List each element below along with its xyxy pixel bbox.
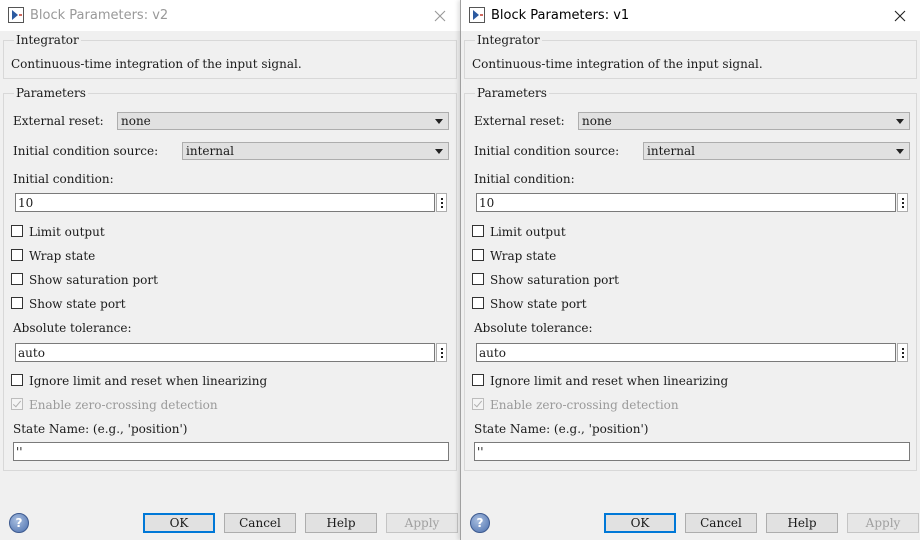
absolute-tolerance-label: Absolute tolerance: <box>13 321 132 335</box>
parameters-label: Parameters <box>475 86 549 100</box>
close-button[interactable] <box>420 0 460 31</box>
absolute-tolerance-more-button[interactable] <box>897 343 908 362</box>
zero-crossing-checkbox <box>472 398 484 410</box>
window-title: Block Parameters: v2 <box>30 8 169 23</box>
show-state-port-label: Show state port <box>29 297 126 311</box>
ic-source-dropdown[interactable]: internal <box>643 142 910 160</box>
state-name-label: State Name: (e.g., 'position') <box>13 422 188 436</box>
initial-condition-field[interactable] <box>476 193 896 212</box>
close-icon <box>434 10 446 21</box>
external-reset-dropdown[interactable]: none <box>117 112 449 130</box>
show-state-port-label: Show state port <box>490 297 587 311</box>
ic-source-value: internal <box>186 144 234 158</box>
chevron-down-icon <box>896 149 904 154</box>
vertical-ellipsis-icon <box>902 198 904 200</box>
absolute-tolerance-field[interactable] <box>15 343 435 362</box>
help-button[interactable]: Help <box>766 513 838 533</box>
ic-source-label: Initial condition source: <box>13 144 159 158</box>
zero-crossing-checkbox <box>11 398 23 410</box>
initial-condition-more-button[interactable] <box>436 193 447 212</box>
ic-source-value: internal <box>647 144 695 158</box>
block-description: Continuous-time integration of the input… <box>472 57 763 71</box>
show-saturation-port-label: Show saturation port <box>490 273 619 287</box>
show-state-port-checkbox[interactable] <box>472 297 484 309</box>
zero-crossing-label: Enable zero-crossing detection <box>29 398 218 412</box>
help-button[interactable]: Help <box>305 513 377 533</box>
check-icon <box>12 398 22 408</box>
simulink-block-icon <box>469 7 485 23</box>
limit-output-checkbox[interactable] <box>472 225 484 237</box>
chevron-down-icon <box>435 119 443 124</box>
ok-button[interactable]: OK <box>604 513 676 533</box>
show-saturation-port-checkbox[interactable] <box>472 273 484 285</box>
external-reset-value: none <box>121 114 151 128</box>
wrap-state-label: Wrap state <box>29 249 96 263</box>
title-bar[interactable]: Block Parameters: v2 <box>0 0 460 31</box>
show-saturation-port-checkbox[interactable] <box>11 273 23 285</box>
ic-source-label: Initial condition source: <box>474 144 620 158</box>
help-icon[interactable]: ? <box>9 513 29 533</box>
ic-source-dropdown[interactable]: internal <box>182 142 449 160</box>
dialog-block-parameters-v1: Block Parameters: v1 Integrator Continuo… <box>460 0 920 540</box>
cancel-button[interactable]: Cancel <box>685 513 757 533</box>
chevron-down-icon <box>896 119 904 124</box>
zero-crossing-label: Enable zero-crossing detection <box>490 398 679 412</box>
external-reset-value: none <box>582 114 612 128</box>
state-name-label: State Name: (e.g., 'position') <box>474 422 649 436</box>
initial-condition-label: Initial condition: <box>474 172 575 186</box>
vertical-ellipsis-icon <box>902 348 904 350</box>
limit-output-label: Limit output <box>490 225 566 239</box>
description-group: Integrator Continuous-time integration o… <box>464 33 917 79</box>
initial-condition-field[interactable] <box>15 193 435 212</box>
wrap-state-label: Wrap state <box>490 249 557 263</box>
wrap-state-checkbox[interactable] <box>11 249 23 261</box>
title-bar[interactable]: Block Parameters: v1 <box>461 0 920 31</box>
ok-button[interactable]: OK <box>143 513 215 533</box>
description-group: Integrator Continuous-time integration o… <box>3 33 457 79</box>
external-reset-label: External reset: <box>474 114 565 128</box>
close-icon <box>894 10 906 21</box>
ignore-limit-label: Ignore limit and reset when linearizing <box>490 374 729 388</box>
dialog-block-parameters-v2: Block Parameters: v2 Integrator Continuo… <box>0 0 460 540</box>
limit-output-checkbox[interactable] <box>11 225 23 237</box>
block-type-label: Integrator <box>475 33 542 47</box>
check-icon <box>473 398 483 408</box>
simulink-block-icon <box>8 7 24 23</box>
apply-button: Apply <box>847 513 919 533</box>
window-title: Block Parameters: v1 <box>491 8 630 23</box>
help-icon[interactable]: ? <box>470 513 490 533</box>
show-state-port-checkbox[interactable] <box>11 297 23 309</box>
ignore-limit-label: Ignore limit and reset when linearizing <box>29 374 268 388</box>
limit-output-label: Limit output <box>29 225 105 239</box>
state-name-field[interactable] <box>13 442 449 461</box>
close-button[interactable] <box>880 0 920 31</box>
block-description: Continuous-time integration of the input… <box>11 57 302 71</box>
absolute-tolerance-label: Absolute tolerance: <box>474 321 593 335</box>
ignore-limit-checkbox[interactable] <box>11 374 23 386</box>
absolute-tolerance-more-button[interactable] <box>436 343 447 362</box>
block-type-label: Integrator <box>14 33 81 47</box>
cancel-button[interactable]: Cancel <box>224 513 296 533</box>
wrap-state-checkbox[interactable] <box>472 249 484 261</box>
show-saturation-port-label: Show saturation port <box>29 273 158 287</box>
parameters-label: Parameters <box>14 86 88 100</box>
initial-condition-label: Initial condition: <box>13 172 114 186</box>
apply-button: Apply <box>386 513 458 533</box>
initial-condition-more-button[interactable] <box>897 193 908 212</box>
absolute-tolerance-field[interactable] <box>476 343 896 362</box>
external-reset-dropdown[interactable]: none <box>578 112 910 130</box>
state-name-field[interactable] <box>474 442 910 461</box>
chevron-down-icon <box>435 149 443 154</box>
vertical-ellipsis-icon <box>441 198 443 200</box>
vertical-ellipsis-icon <box>441 348 443 350</box>
ignore-limit-checkbox[interactable] <box>472 374 484 386</box>
external-reset-label: External reset: <box>13 114 104 128</box>
